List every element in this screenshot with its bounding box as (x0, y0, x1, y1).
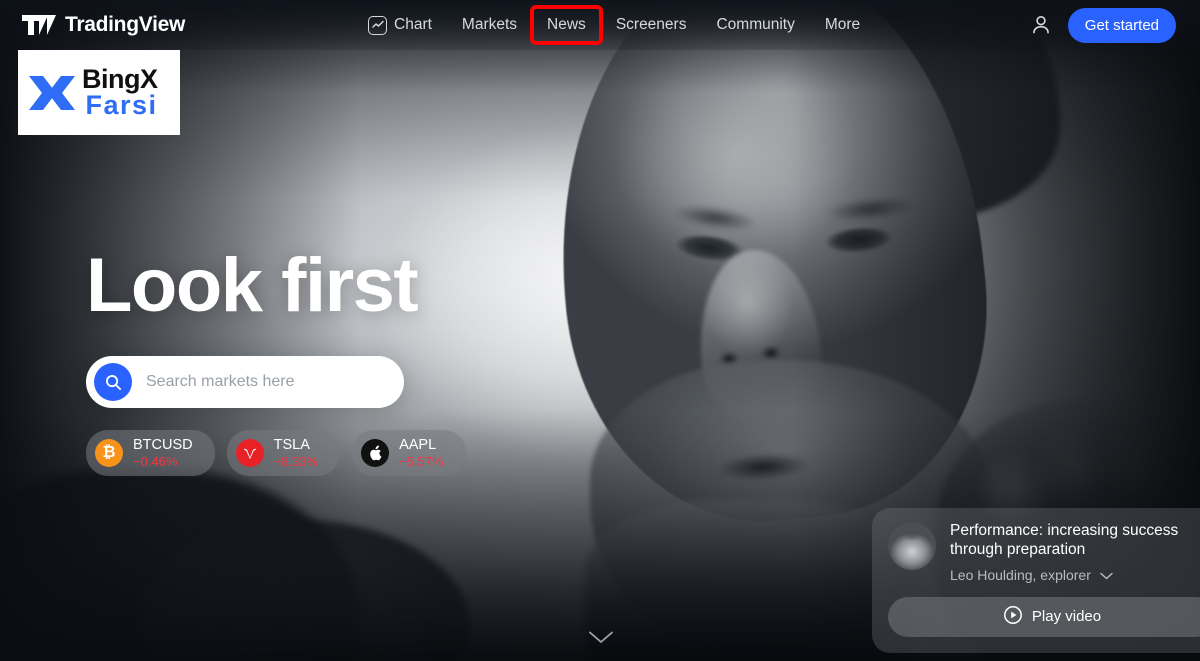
ticker-chip-aapl-meta: AAPL −5.57% (399, 437, 443, 469)
nav-item-chart[interactable]: Chart (355, 9, 445, 42)
ticker-chip-btcusd[interactable]: ₿ BTCUSD −0.46% (86, 430, 215, 477)
nav-item-community-label: Community (716, 16, 795, 33)
nav-item-markets[interactable]: Markets (449, 9, 530, 41)
ticker-chip-tsla-meta: TSLA −8.33% (274, 437, 318, 469)
ticker-symbol: AAPL (399, 437, 437, 453)
nav-item-screeners-label: Screeners (615, 16, 687, 33)
play-video-label: Play video (1031, 608, 1102, 626)
bingx-bottom-text: Farsi (85, 89, 158, 120)
nav-item-news-label: News (547, 16, 586, 33)
nav-item-community[interactable]: Community (703, 9, 807, 41)
scroll-down-chevron-icon[interactable] (588, 630, 614, 650)
get-started-button[interactable]: Get started (1067, 7, 1176, 43)
tesla-icon (235, 439, 264, 468)
hero-section: Look first ₿ BTCUSD −0.46% (86, 243, 466, 477)
ticker-change: −5.57% (399, 454, 444, 470)
testimonial-texts: Performance: increasing success through … (950, 522, 1200, 583)
chart-icon (368, 15, 388, 35)
ticker-symbol: TSLA (273, 437, 310, 453)
chevron-down-icon[interactable] (1100, 567, 1113, 583)
header-actions: Get started (1028, 7, 1176, 43)
bingx-top-text: BingX (82, 63, 158, 94)
logo-wordmark: TradingView (65, 13, 186, 36)
user-account-icon[interactable] (1028, 12, 1054, 38)
ticker-change: −8.33% (273, 454, 319, 470)
nav-item-chart-label: Chart (394, 16, 432, 33)
nav-item-screeners[interactable]: Screeners (603, 9, 700, 41)
play-circle-icon (1003, 605, 1023, 629)
search-input[interactable] (146, 373, 376, 391)
hero-title: Look first (86, 243, 419, 328)
play-video-button[interactable]: Play video (888, 596, 1200, 637)
page-root: TradingView Chart Markets News Screeners (0, 0, 1200, 661)
ticker-symbol: BTCUSD (133, 437, 193, 453)
ticker-chip-btcusd-meta: BTCUSD −0.46% (133, 437, 193, 469)
tradingview-logo[interactable]: TradingView (22, 13, 185, 37)
search-icon[interactable] (94, 363, 132, 401)
testimonial-author-row[interactable]: Leo Houlding, explorer (950, 567, 1200, 583)
site-header: TradingView Chart Markets News Screeners (0, 0, 1200, 50)
testimonial-author: Leo Houlding, explorer (950, 566, 1091, 583)
ticker-change: −0.46% (133, 454, 178, 470)
ticker-chip-list: ₿ BTCUSD −0.46% TSLA −8.33% AAPL −5.57% (86, 430, 466, 477)
nav-item-news[interactable]: News (530, 5, 603, 45)
bingx-wordmark: BingX Farsi (82, 63, 158, 120)
bingx-x-icon (26, 70, 78, 116)
testimonial-title: Performance: increasing success through … (950, 522, 1179, 558)
testimonial-card: Performance: increasing success through … (872, 508, 1200, 653)
nav-item-more-label: More (824, 16, 861, 33)
nav-item-markets-label: Markets (461, 16, 518, 33)
nav-item-more[interactable]: More (812, 9, 873, 41)
bitcoin-icon: ₿ (95, 439, 123, 468)
avatar (888, 522, 936, 570)
main-nav: Chart Markets News Screeners Community M… (355, 5, 873, 45)
ticker-chip-tsla[interactable]: TSLA −8.33% (226, 430, 341, 477)
apple-icon (361, 439, 390, 468)
ticker-chip-aapl[interactable]: AAPL −5.57% (352, 430, 466, 477)
tradingview-logo-icon (22, 15, 56, 35)
bingx-farsi-overlay-logo: BingX Farsi (18, 50, 180, 135)
market-search-bar[interactable] (86, 356, 404, 408)
testimonial-header: Performance: increasing success through … (888, 522, 1200, 583)
